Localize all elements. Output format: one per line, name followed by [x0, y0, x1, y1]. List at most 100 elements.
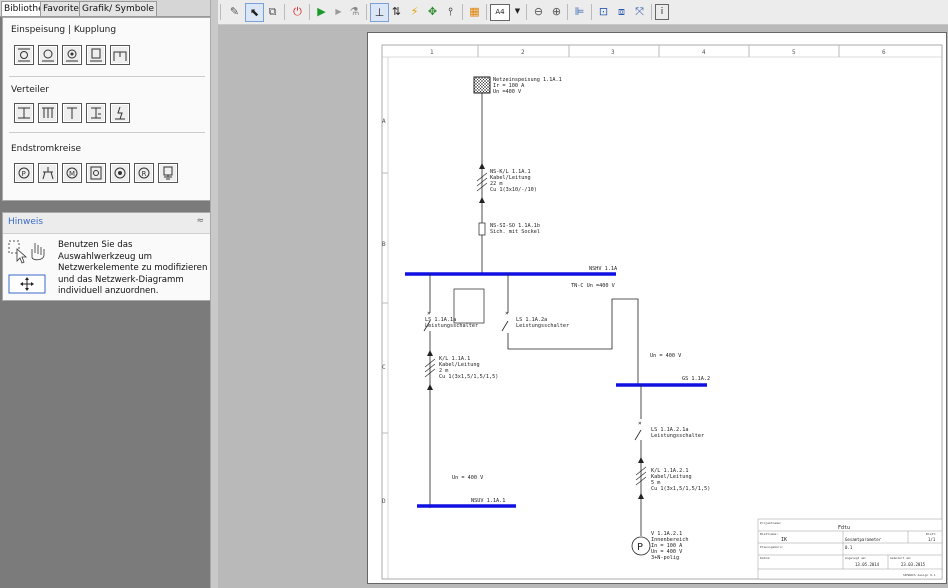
nshv-label: NSHV 1.1A [589, 266, 618, 272]
hint-text: Benutzen Sie das Auswahlwerkzeug um Netz… [58, 240, 208, 296]
column-label: 5 [792, 49, 796, 56]
consumer-p-icon[interactable]: P [14, 163, 34, 183]
column-label: 3 [611, 49, 615, 56]
svg-text:×: × [638, 420, 642, 427]
tab-grafik-symbole[interactable]: Grafik/ Symbole [79, 1, 158, 16]
multi-distribution-icon[interactable] [38, 103, 58, 123]
busbar-tool-icon[interactable]: ⇅ [388, 3, 405, 20]
tb-plan-label: Planungsbüro: [760, 545, 784, 549]
capacitor-icon[interactable] [86, 163, 106, 183]
collapse-icon[interactable]: ≈ [196, 216, 204, 226]
row-label: A [382, 118, 386, 125]
toolbar-separator [591, 4, 592, 20]
heater-icon[interactable]: R [134, 163, 154, 183]
nsuv-label: NSUV 1.1A.1 [471, 498, 505, 504]
tb-project-label: Projektname: [760, 521, 782, 525]
consumer-glyph: P [637, 542, 643, 553]
hint-panel: Hinweis ≈ Benutzen Sie das Auswahlwerkze… [2, 212, 211, 301]
fit-page-icon[interactable]: ⊡ [595, 3, 612, 20]
toolbar-separator [284, 4, 285, 20]
chart-icon[interactable]: ▦ [466, 3, 483, 20]
tb-page: 1/1 [928, 537, 936, 542]
divider [9, 76, 205, 77]
step-icon[interactable]: ▶ [330, 3, 347, 20]
socket-icon[interactable] [38, 163, 58, 183]
column-label: 6 [882, 49, 886, 56]
connect-tool-icon[interactable]: ⊥ [370, 3, 389, 22]
toolbar-separator [526, 4, 527, 20]
fit-all-icon[interactable]: ⧈ [613, 3, 630, 20]
sub-distribution-icon[interactable] [86, 103, 106, 123]
fuse-symbol[interactable] [478, 222, 486, 236]
chevron-down-icon[interactable]: ▼ [509, 3, 526, 20]
expand-icon[interactable]: ⤧ [631, 3, 648, 20]
ups-feed-icon[interactable] [62, 45, 82, 65]
play-icon[interactable]: ▶ [313, 3, 330, 20]
tb-sheet-right: Gesamtparameter [845, 537, 882, 542]
tb-created-label: Angelegt am: [845, 556, 867, 560]
tb-sheet-left: IK [781, 537, 787, 543]
lightning-distribution-icon[interactable] [110, 103, 130, 123]
distribution-icon[interactable] [14, 103, 34, 123]
tb-plan-value: 0.1 [845, 545, 853, 550]
ls3-type: Leistungsschalter [651, 433, 704, 439]
toolbar-separator [651, 4, 652, 20]
coupling-icon[interactable] [110, 45, 130, 65]
ls1-type: Leistungsschalter [425, 323, 478, 329]
section-endstromkreise: Endstromkreise [11, 144, 82, 154]
tb-project: Fdtu [838, 525, 850, 531]
column-label: 4 [702, 49, 706, 56]
cable1-spec: Cu 1(3x10/-/10) [490, 187, 537, 193]
row-label: B [382, 241, 386, 248]
zoom-out-icon[interactable]: ⊖ [530, 3, 547, 20]
generator-feed-icon[interactable] [38, 45, 58, 65]
svg-text:M: M [69, 170, 75, 178]
svg-text:R: R [142, 170, 147, 178]
nshv-net: TN-C Un =400 V [571, 283, 615, 289]
transformer-feed-icon[interactable] [14, 45, 34, 65]
flow-icon[interactable]: ✥ [424, 3, 441, 20]
page-format-select[interactable]: A4 [490, 4, 510, 21]
feed-voltage: Un =400 V [493, 89, 521, 95]
toolbar-separator [220, 4, 221, 20]
network-calc-icon[interactable]: ⚗ [346, 3, 363, 20]
drawing-sheet[interactable]: 1 2 3 4 5 6 A B C D Netzeinspeisung 1.1A… [367, 32, 947, 584]
grid-feed-symbol[interactable] [473, 76, 491, 94]
tb-footer: SIMARIS design 9.1 [903, 573, 936, 577]
multi-select-icon[interactable]: ⧉ [264, 3, 281, 20]
toolbar-separator [366, 4, 367, 20]
zoom-in-icon[interactable]: ⊕ [548, 3, 565, 20]
breaker-ls3[interactable] [634, 429, 642, 441]
svg-text:P: P [22, 170, 26, 178]
power-icon[interactable]: ⏻ [289, 3, 306, 20]
column-label: 2 [521, 49, 525, 56]
svg-text:×: × [427, 310, 431, 317]
svg-text:×: × [505, 310, 509, 317]
align-icon[interactable]: ⫯ [442, 3, 459, 20]
ground-consumer-icon[interactable] [158, 163, 178, 183]
fuse-type: Sich. mit Sockel [490, 229, 540, 235]
select-tool-icon[interactable]: ⬉ [245, 3, 264, 22]
tb-created: 13.05.2014 [855, 562, 880, 567]
hint-header[interactable]: Hinweis ≈ [3, 213, 210, 234]
breaker-ls2[interactable] [501, 320, 509, 332]
busbar-icon[interactable] [62, 103, 82, 123]
grid-feed-icon[interactable] [86, 45, 106, 65]
section-verteiler: Verteiler [11, 85, 49, 95]
row-label: D [382, 498, 386, 505]
cable2-spec: Cu 1(3x1,5/1,5/1,5) [439, 374, 498, 380]
motor-icon[interactable]: M [62, 163, 82, 183]
library-panel: Einspeisung | Kupplung Verteiler Endstro… [2, 17, 211, 201]
pen-icon[interactable]: ✎ [226, 3, 243, 20]
lamp-icon[interactable] [110, 163, 130, 183]
toolbar-separator [567, 4, 568, 20]
align-left-icon[interactable]: ⊫ [571, 3, 588, 20]
selection-box[interactable] [453, 288, 485, 324]
divider [9, 132, 205, 133]
tb-sheet-label: Blattname: [760, 532, 778, 536]
hint-title: Hinweis [8, 217, 44, 227]
section-einspeisung-kupplung: Einspeisung | Kupplung [11, 25, 117, 35]
row-label: C [382, 364, 386, 371]
info-icon[interactable]: i [655, 4, 669, 20]
lightning-icon[interactable]: ⚡ [406, 3, 423, 20]
